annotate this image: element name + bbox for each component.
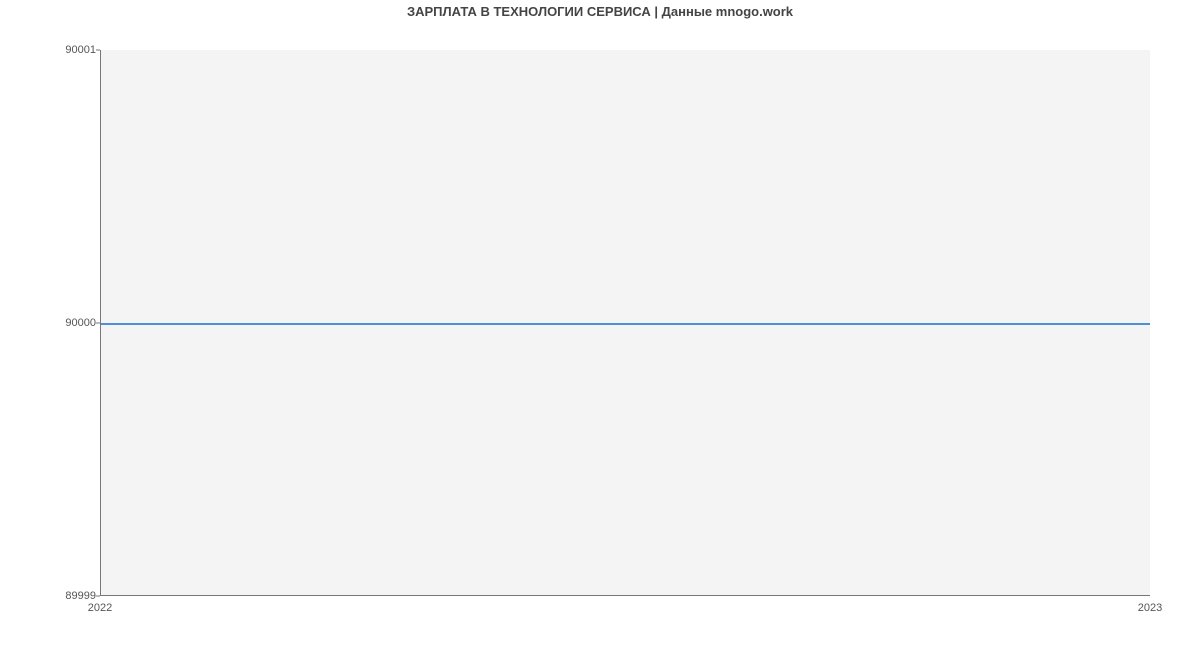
salary-line-chart: ЗАРПЛАТА В ТЕХНОЛОГИИ СЕРВИСА | Данные m… — [0, 0, 1200, 650]
chart-title: ЗАРПЛАТА В ТЕХНОЛОГИИ СЕРВИСА | Данные m… — [0, 4, 1200, 19]
y-tick-label: 90001 — [52, 44, 96, 56]
x-tick-label: 2022 — [88, 602, 112, 614]
x-tick-label: 2023 — [1138, 602, 1162, 614]
y-tick-label: 89999 — [52, 590, 96, 602]
data-line-series-0 — [101, 323, 1150, 325]
plot-area — [100, 50, 1150, 596]
y-tick-label: 90000 — [52, 317, 96, 329]
